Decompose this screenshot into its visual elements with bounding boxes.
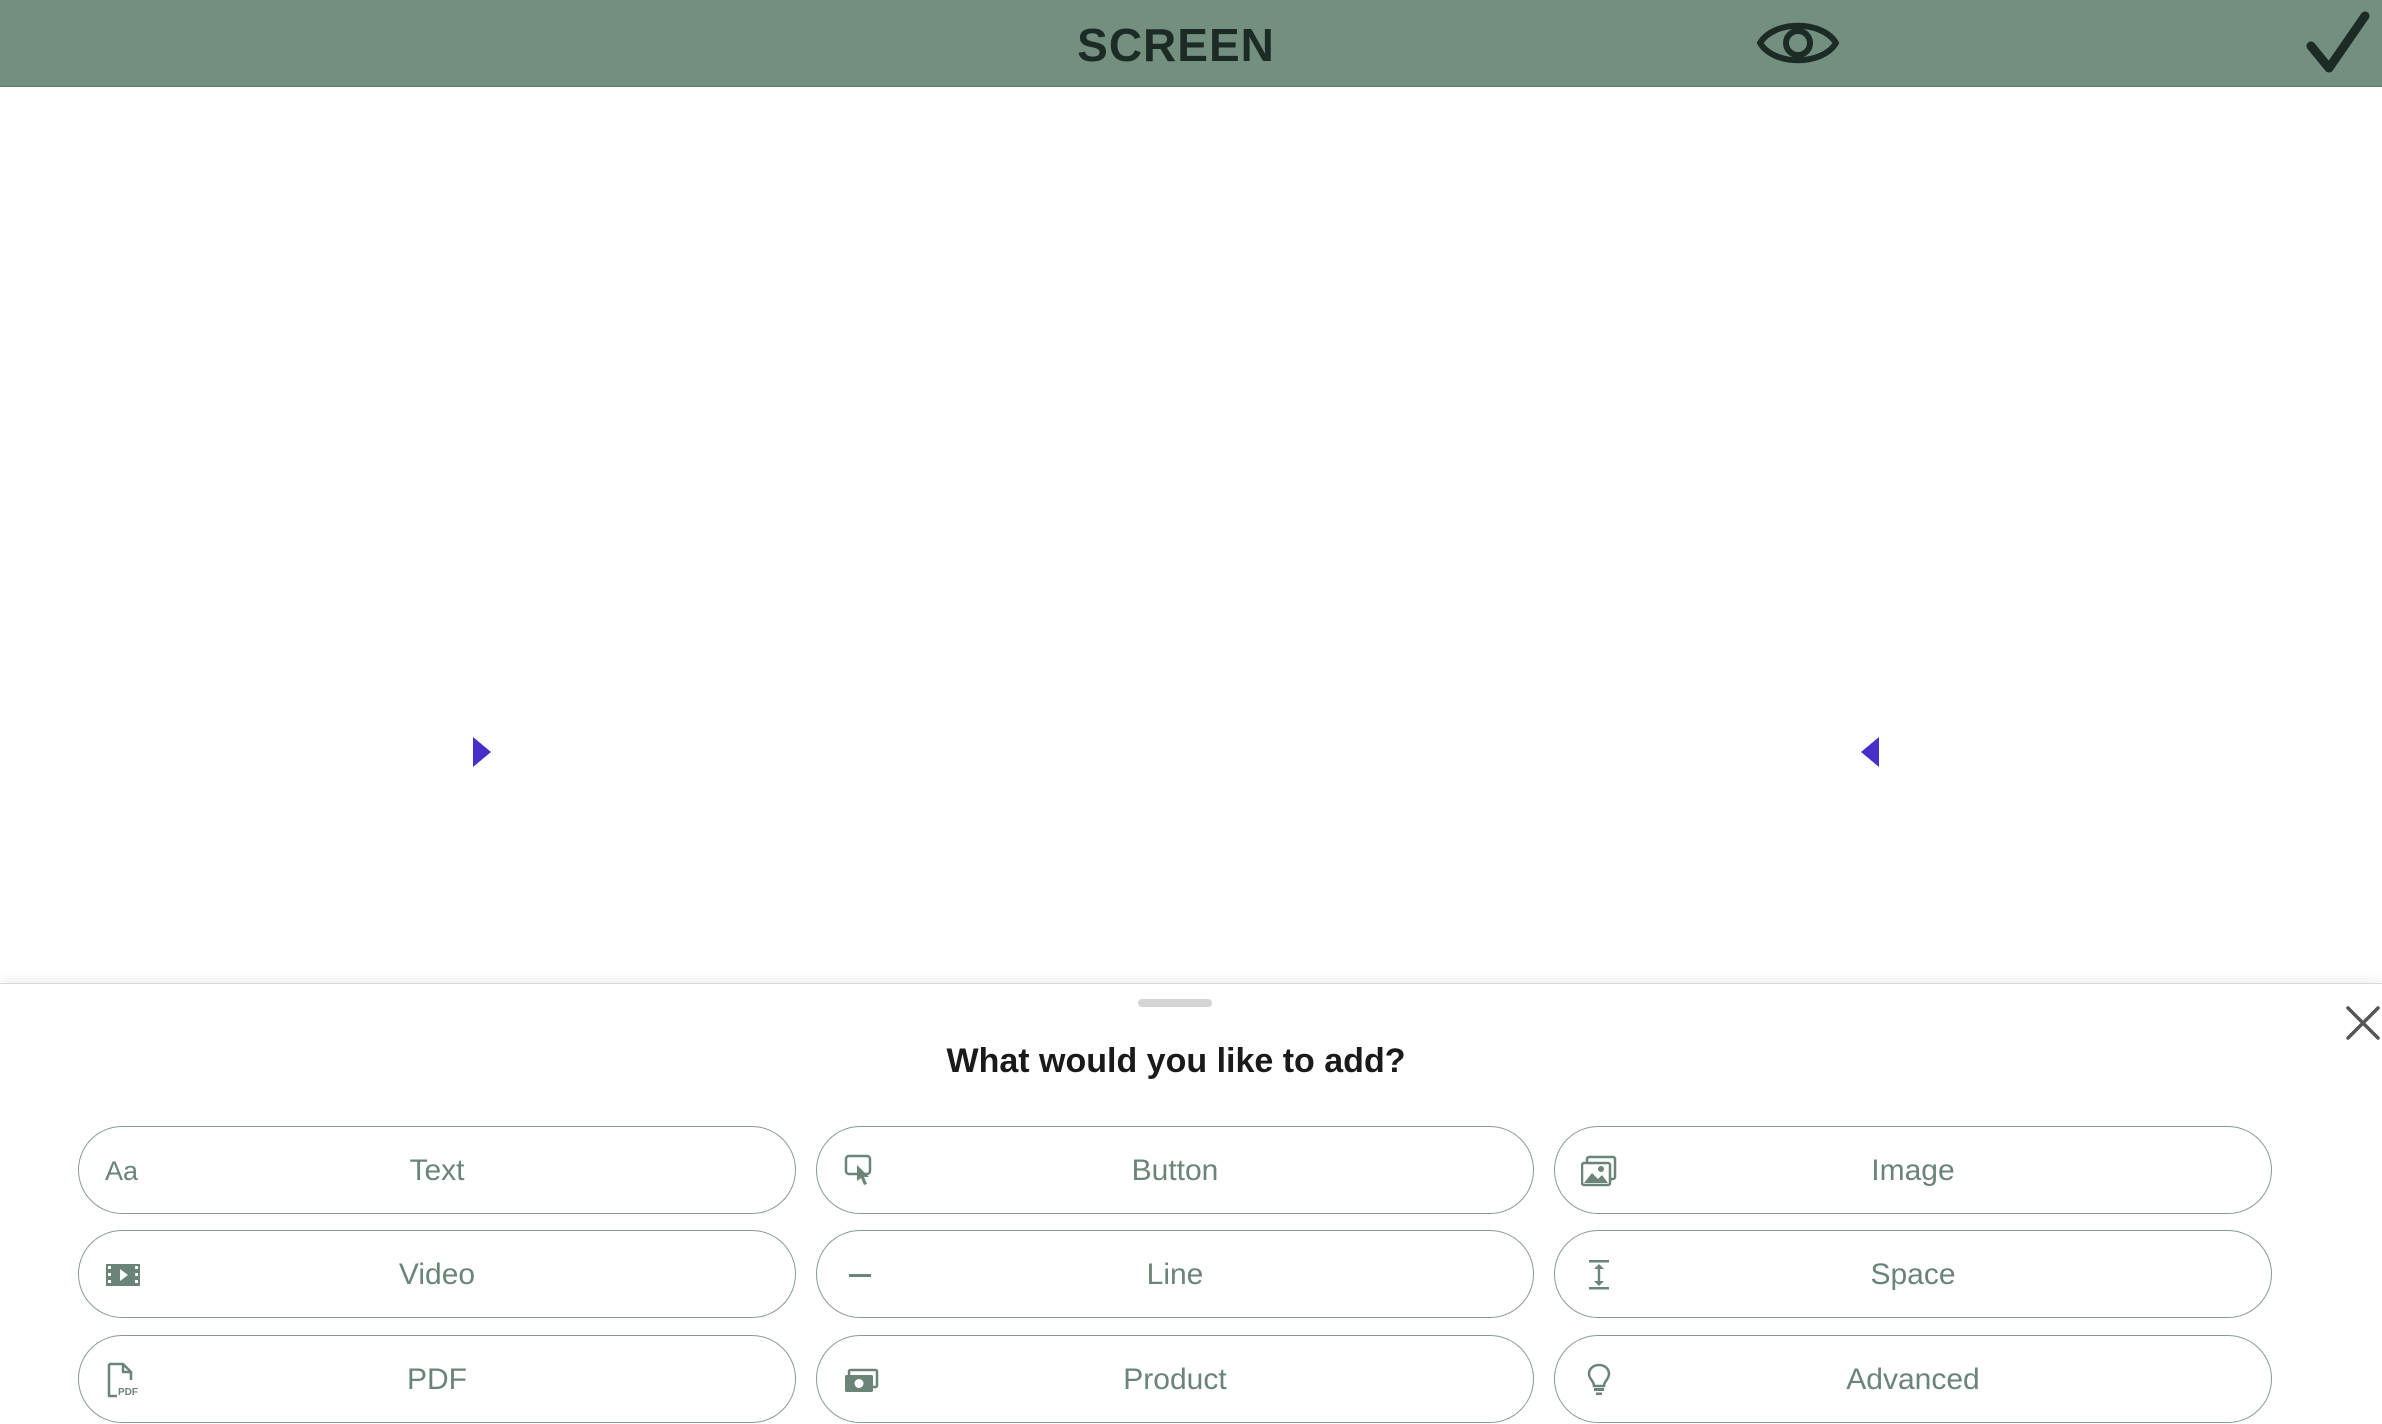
- add-space-button[interactable]: Space: [1554, 1230, 2272, 1318]
- close-sheet-button[interactable]: [2344, 1004, 2382, 1042]
- top-bar: SCREEN: [0, 0, 2382, 87]
- option-label: Line: [1146, 1258, 1204, 1291]
- checkmark-icon: [2306, 11, 2370, 73]
- option-label: Button: [1131, 1154, 1219, 1187]
- eye-icon: [1757, 22, 1839, 64]
- add-element-sheet: What would you like to add? Aa Text Butt…: [0, 983, 2382, 1424]
- insertion-marker-right-icon: [1861, 737, 1879, 767]
- insertion-marker-left-icon: [473, 737, 491, 767]
- preview-button[interactable]: [1756, 12, 1840, 74]
- add-product-button[interactable]: Product: [816, 1335, 1534, 1423]
- add-video-button[interactable]: Video: [78, 1230, 796, 1318]
- add-pdf-button[interactable]: PDF PDF: [78, 1335, 796, 1423]
- option-label: Text: [409, 1154, 465, 1187]
- option-label: Video: [398, 1258, 476, 1291]
- option-label: Advanced: [1846, 1363, 1980, 1396]
- add-line-button[interactable]: Line: [816, 1230, 1534, 1318]
- page: SCREEN What would you like to add? Aa Te…: [0, 0, 2382, 1424]
- add-text-button[interactable]: Aa Text: [78, 1126, 796, 1214]
- add-advanced-button[interactable]: Advanced: [1554, 1335, 2272, 1423]
- sheet-title: What would you like to add?: [946, 1042, 1406, 1080]
- add-image-button[interactable]: Image: [1554, 1126, 2272, 1214]
- done-button[interactable]: [2305, 10, 2371, 76]
- screen-canvas[interactable]: [0, 87, 2382, 983]
- page-title: SCREEN: [1077, 19, 1275, 71]
- sheet-drag-handle[interactable]: [1138, 999, 1212, 1007]
- add-button-button[interactable]: Button: [816, 1126, 1534, 1214]
- option-label: PDF: [407, 1363, 467, 1396]
- close-icon: [2346, 1006, 2380, 1040]
- option-label: Image: [1871, 1154, 1955, 1187]
- option-label: Product: [1123, 1363, 1227, 1396]
- option-label: Space: [1870, 1258, 1956, 1291]
